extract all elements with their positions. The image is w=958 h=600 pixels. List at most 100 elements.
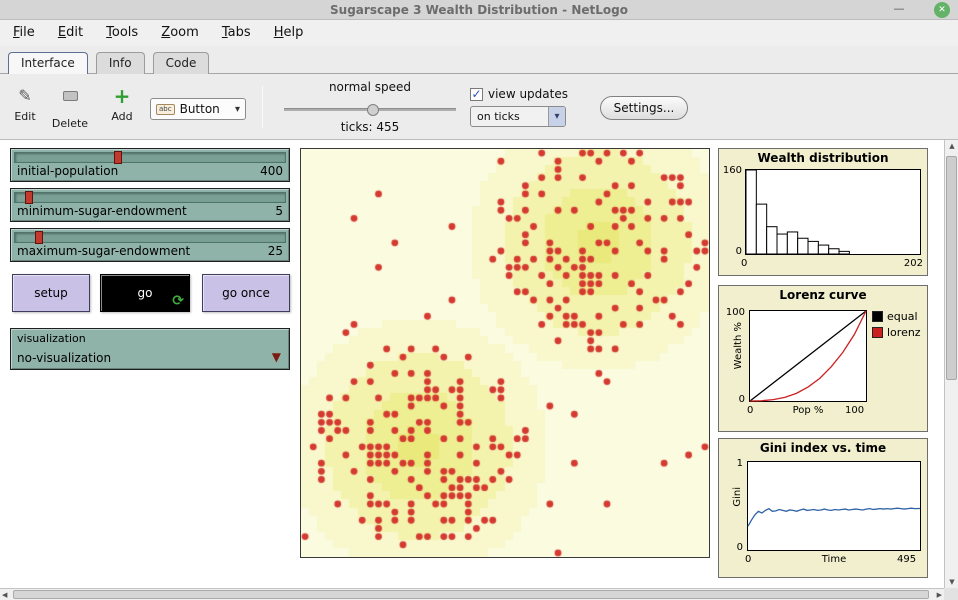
edit-icon: ✎: [8, 84, 42, 108]
gini-y-axis-label: Gini: [732, 487, 743, 507]
delete-icon: [63, 91, 78, 101]
add-button-label: Add: [102, 110, 142, 123]
check-icon: ✓: [471, 89, 482, 100]
tab-interface[interactable]: Interface: [8, 52, 88, 74]
lorenz-y-min-tick: 0: [723, 394, 745, 405]
chevron-down-icon: ▾: [548, 107, 565, 126]
update-mode-value: on ticks: [471, 110, 548, 123]
wealth-x-min-tick: 0: [741, 258, 747, 269]
go-button[interactable]: go ⟳: [100, 274, 190, 312]
gini-y-max-tick: 1: [725, 458, 743, 469]
equal-swatch: [872, 311, 883, 322]
menu-file[interactable]: File: [4, 20, 44, 44]
menu-tools[interactable]: Tools: [97, 20, 147, 44]
horizontal-scrollbar-thumb[interactable]: [13, 590, 929, 599]
lorenz-y-max-tick: 100: [723, 307, 745, 318]
title-bar: Sugarscape 3 Wealth Distribution - NetLo…: [0, 0, 958, 20]
go-once-button-label: go once: [203, 275, 289, 311]
update-mode-dropdown[interactable]: on ticks ▾: [470, 106, 566, 127]
horizontal-scrollbar[interactable]: ◀ ▶: [0, 588, 944, 600]
slider-value: 400: [260, 164, 283, 178]
wealth-y-min-tick: 0: [719, 246, 742, 257]
minimize-button[interactable]: —: [890, 0, 908, 20]
go-once-button[interactable]: go once: [202, 274, 290, 312]
edit-button[interactable]: ✎ Edit: [8, 84, 42, 130]
plot-title: Wealth distribution: [719, 149, 927, 165]
netlogo-window: Sugarscape 3 Wealth Distribution - NetLo…: [0, 0, 958, 600]
slider-value: 5: [275, 204, 283, 218]
scroll-down-icon[interactable]: ▼: [945, 578, 958, 586]
slider-label: minimum-sugar-endowment: [17, 204, 187, 218]
toolbar-separator: [262, 86, 263, 128]
menu-edit[interactable]: Edit: [49, 20, 92, 44]
plot-title: Gini index vs. time: [719, 439, 927, 455]
vertical-scrollbar-thumb[interactable]: [946, 156, 957, 380]
wealth-x-max-tick: 202: [904, 258, 923, 269]
wealth-plot-canvas: [745, 169, 921, 255]
widget-type-value: Button: [180, 102, 235, 116]
edit-button-label: Edit: [8, 110, 42, 123]
scroll-right-icon[interactable]: ▶: [937, 591, 942, 599]
lorenz-x-max-tick: 100: [845, 405, 864, 416]
add-icon: +: [102, 84, 142, 108]
tab-info[interactable]: Info: [96, 52, 145, 74]
button-widget-icon: abc: [156, 104, 175, 115]
legend-label-equal: equal: [887, 310, 918, 323]
view-updates-checkbox[interactable]: ✓ view updates: [470, 86, 568, 102]
slider-handle[interactable]: [25, 191, 33, 204]
gini-x-max-tick: 495: [897, 554, 916, 565]
add-button[interactable]: + Add: [102, 84, 142, 130]
slider-label: maximum-sugar-endowment: [17, 244, 190, 258]
view-updates-label: view updates: [488, 87, 568, 101]
slider-handle[interactable]: [114, 151, 122, 164]
slider-track[interactable]: [14, 192, 286, 203]
gini-x-axis-label: Time: [747, 554, 921, 565]
visualization-chooser[interactable]: visualization no-visualization ▼: [10, 328, 290, 370]
slider-track[interactable]: [14, 152, 286, 163]
lorenz-swatch: [872, 327, 883, 338]
window-title: Sugarscape 3 Wealth Distribution - NetLo…: [0, 0, 958, 20]
tab-code[interactable]: Code: [153, 52, 210, 74]
plot-title: Lorenz curve: [719, 286, 927, 302]
close-button[interactable]: ✕: [934, 2, 950, 18]
settings-button[interactable]: Settings...: [600, 96, 688, 120]
widget-type-dropdown[interactable]: abc Button ▾: [150, 98, 246, 120]
speed-slider-label: normal speed: [276, 80, 464, 94]
gini-plot-canvas: [747, 461, 921, 551]
slider-handle[interactable]: [35, 231, 43, 244]
chooser-label: visualization: [17, 332, 86, 345]
menu-tabs[interactable]: Tabs: [213, 20, 260, 44]
scrollbar-corner: [944, 588, 958, 600]
setup-button-label: setup: [13, 275, 89, 311]
speed-slider-handle[interactable]: [367, 104, 379, 116]
delete-button[interactable]: Delete: [48, 84, 92, 130]
legend-label-lorenz: lorenz: [887, 326, 921, 339]
setup-button[interactable]: setup: [12, 274, 90, 312]
world-view-frame: [300, 148, 710, 558]
slider-minimum-sugar-endowment[interactable]: minimum-sugar-endowment 5: [10, 188, 290, 222]
ticks-counter: ticks: 455: [276, 120, 464, 134]
menu-zoom[interactable]: Zoom: [152, 20, 207, 44]
lorenz-y-axis-label: Wealth %: [733, 322, 744, 369]
lorenz-plot-canvas: [749, 310, 867, 402]
gini-y-min-tick: 0: [725, 542, 743, 553]
checkbox-box[interactable]: ✓: [470, 88, 483, 101]
scroll-left-icon[interactable]: ◀: [2, 591, 7, 599]
lorenz-legend: equal lorenz: [872, 310, 921, 342]
toolbar: ✎ Edit Delete + Add abc Button ▾ normal …: [0, 74, 958, 140]
slider-track[interactable]: [14, 232, 286, 243]
speed-slider[interactable]: [284, 108, 456, 111]
gini-index-plot: Gini index vs. time Gini 1 0 0 Time 495: [718, 438, 928, 578]
forever-icon: ⟳: [172, 293, 184, 309]
scroll-up-icon[interactable]: ▲: [945, 142, 958, 150]
interface-area: initial-population 400 minimum-sugar-end…: [0, 140, 944, 588]
slider-initial-population[interactable]: initial-population 400: [10, 148, 290, 182]
vertical-scrollbar[interactable]: ▲ ▼: [944, 140, 958, 588]
slider-maximum-sugar-endowment[interactable]: maximum-sugar-endowment 25: [10, 228, 290, 262]
menu-help[interactable]: Help: [265, 20, 313, 44]
chevron-down-icon: ▾: [235, 104, 240, 115]
world-view: [301, 149, 709, 557]
chooser-arrow-icon: ▼: [272, 350, 281, 364]
slider-label: initial-population: [17, 164, 118, 178]
tab-strip: Interface Info Code: [0, 46, 958, 74]
